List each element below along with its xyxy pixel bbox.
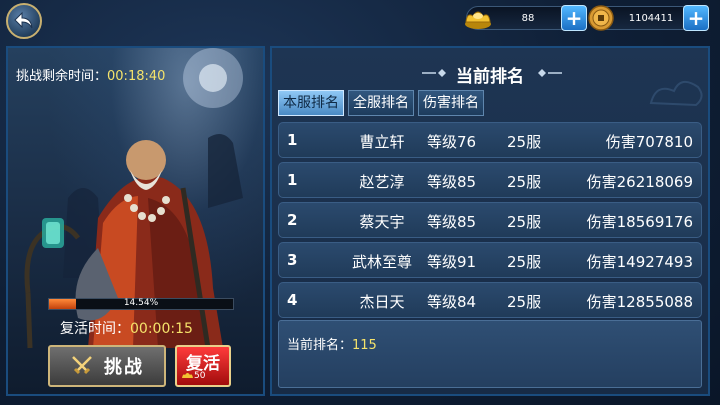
coin-value: 1104411 bbox=[628, 12, 674, 24]
ranking-panel: 当前排名 本服排名 全服排名 伤害排名 1 曹立轩 等级76 25服 伤害707… bbox=[270, 46, 710, 396]
gold-counter: 88 + bbox=[465, 5, 587, 31]
boss-panel: 挑战剩余时间：00:18:40 14.54% 复活时间：00:00:15 挑战 … bbox=[6, 46, 265, 396]
my-rank-label: 当前排名： bbox=[287, 338, 353, 353]
player-level: 等级85 bbox=[427, 173, 477, 191]
player-damage: 伤害707810 bbox=[605, 133, 693, 151]
player-name: 赵艺淳 bbox=[359, 173, 405, 191]
player-level: 等级84 bbox=[427, 293, 477, 311]
revive-progress-bar: 14.54% bbox=[48, 298, 234, 310]
tab-server-ranking[interactable]: 本服排名 bbox=[278, 90, 344, 116]
player-name: 蔡天宇 bbox=[359, 213, 405, 231]
challenge-button-label: 挑战 bbox=[104, 357, 144, 378]
ranking-row[interactable]: 1 曹立轩 等级76 25服 伤害707810 bbox=[278, 122, 702, 158]
player-level: 等级76 bbox=[427, 133, 477, 151]
rank-number: 1 bbox=[287, 131, 298, 149]
tab-damage-ranking[interactable]: 伤害排名 bbox=[418, 90, 484, 116]
player-level: 等级91 bbox=[427, 253, 477, 271]
crossed-swords-icon bbox=[72, 356, 92, 375]
player-server: 25服 bbox=[507, 173, 542, 191]
challenge-time-value: 00:18:40 bbox=[107, 69, 166, 84]
plus-icon: + bbox=[687, 6, 705, 30]
rank-number: 3 bbox=[287, 251, 298, 269]
player-server: 25服 bbox=[507, 253, 542, 271]
challenge-remaining-time: 挑战剩余时间：00:18:40 bbox=[16, 65, 165, 84]
add-gold-button[interactable]: + bbox=[561, 5, 587, 31]
copper-coin-icon bbox=[588, 5, 614, 31]
player-server: 25服 bbox=[507, 133, 542, 151]
player-damage: 伤害18569176 bbox=[586, 213, 693, 231]
player-name: 杰日天 bbox=[359, 293, 405, 311]
rank-number: 1 bbox=[287, 171, 298, 189]
title-ornament-right bbox=[538, 69, 562, 77]
player-name: 武林至尊 bbox=[351, 253, 412, 271]
revive-countdown: 复活时间：00:00:15 bbox=[60, 318, 193, 338]
player-level: 等级85 bbox=[427, 213, 477, 231]
my-rank: 当前排名：115 bbox=[287, 334, 377, 353]
my-rank-box: 当前排名：115 bbox=[278, 320, 702, 388]
ranking-row[interactable]: 2 蔡天宇 等级85 25服 伤害18569176 bbox=[278, 202, 702, 238]
my-rank-value: 115 bbox=[352, 338, 377, 353]
challenge-time-label: 挑战剩余时间： bbox=[16, 69, 108, 84]
coin-counter: 1104411 + bbox=[588, 5, 709, 31]
add-coin-button[interactable]: + bbox=[683, 5, 709, 31]
rank-number: 2 bbox=[287, 211, 298, 229]
revive-cost: 50 bbox=[194, 371, 206, 381]
back-button[interactable] bbox=[6, 3, 42, 39]
rank-number: 4 bbox=[287, 291, 298, 309]
player-damage: 伤害14927493 bbox=[586, 253, 693, 271]
ranking-list: 1 曹立轩 等级76 25服 伤害707810 1 赵艺淳 等级85 25服 伤… bbox=[278, 122, 702, 322]
gold-ingot-icon bbox=[182, 373, 193, 378]
revive-time-value: 00:00:15 bbox=[130, 321, 193, 337]
player-server: 25服 bbox=[507, 293, 542, 311]
ranking-tabs: 本服排名 全服排名 伤害排名 bbox=[278, 90, 484, 116]
revive-button[interactable]: 复活 50 bbox=[175, 345, 231, 387]
player-server: 25服 bbox=[507, 213, 542, 231]
revive-progress-text: 14.54% bbox=[123, 298, 159, 308]
ranking-row[interactable]: 1 赵艺淳 等级85 25服 伤害26218069 bbox=[278, 162, 702, 198]
gold-ingot-icon bbox=[465, 11, 491, 29]
player-damage: 伤害26218069 bbox=[586, 173, 693, 191]
ranking-row[interactable]: 4 杰日天 等级84 25服 伤害12855088 bbox=[278, 282, 702, 318]
challenge-button[interactable]: 挑战 bbox=[48, 345, 166, 387]
player-name: 曹立轩 bbox=[359, 133, 405, 151]
player-damage: 伤害12855088 bbox=[586, 293, 693, 311]
tab-global-ranking[interactable]: 全服排名 bbox=[348, 90, 414, 116]
ranking-title: 当前排名 bbox=[456, 67, 524, 87]
plus-icon: + bbox=[565, 6, 583, 30]
revive-time-label: 复活时间： bbox=[60, 321, 130, 337]
back-arrow-icon bbox=[14, 11, 33, 29]
gold-value: 88 bbox=[521, 12, 535, 24]
boss-character-art bbox=[24, 48, 243, 349]
ranking-row[interactable]: 3 武林至尊 等级91 25服 伤害14927493 bbox=[278, 242, 702, 278]
